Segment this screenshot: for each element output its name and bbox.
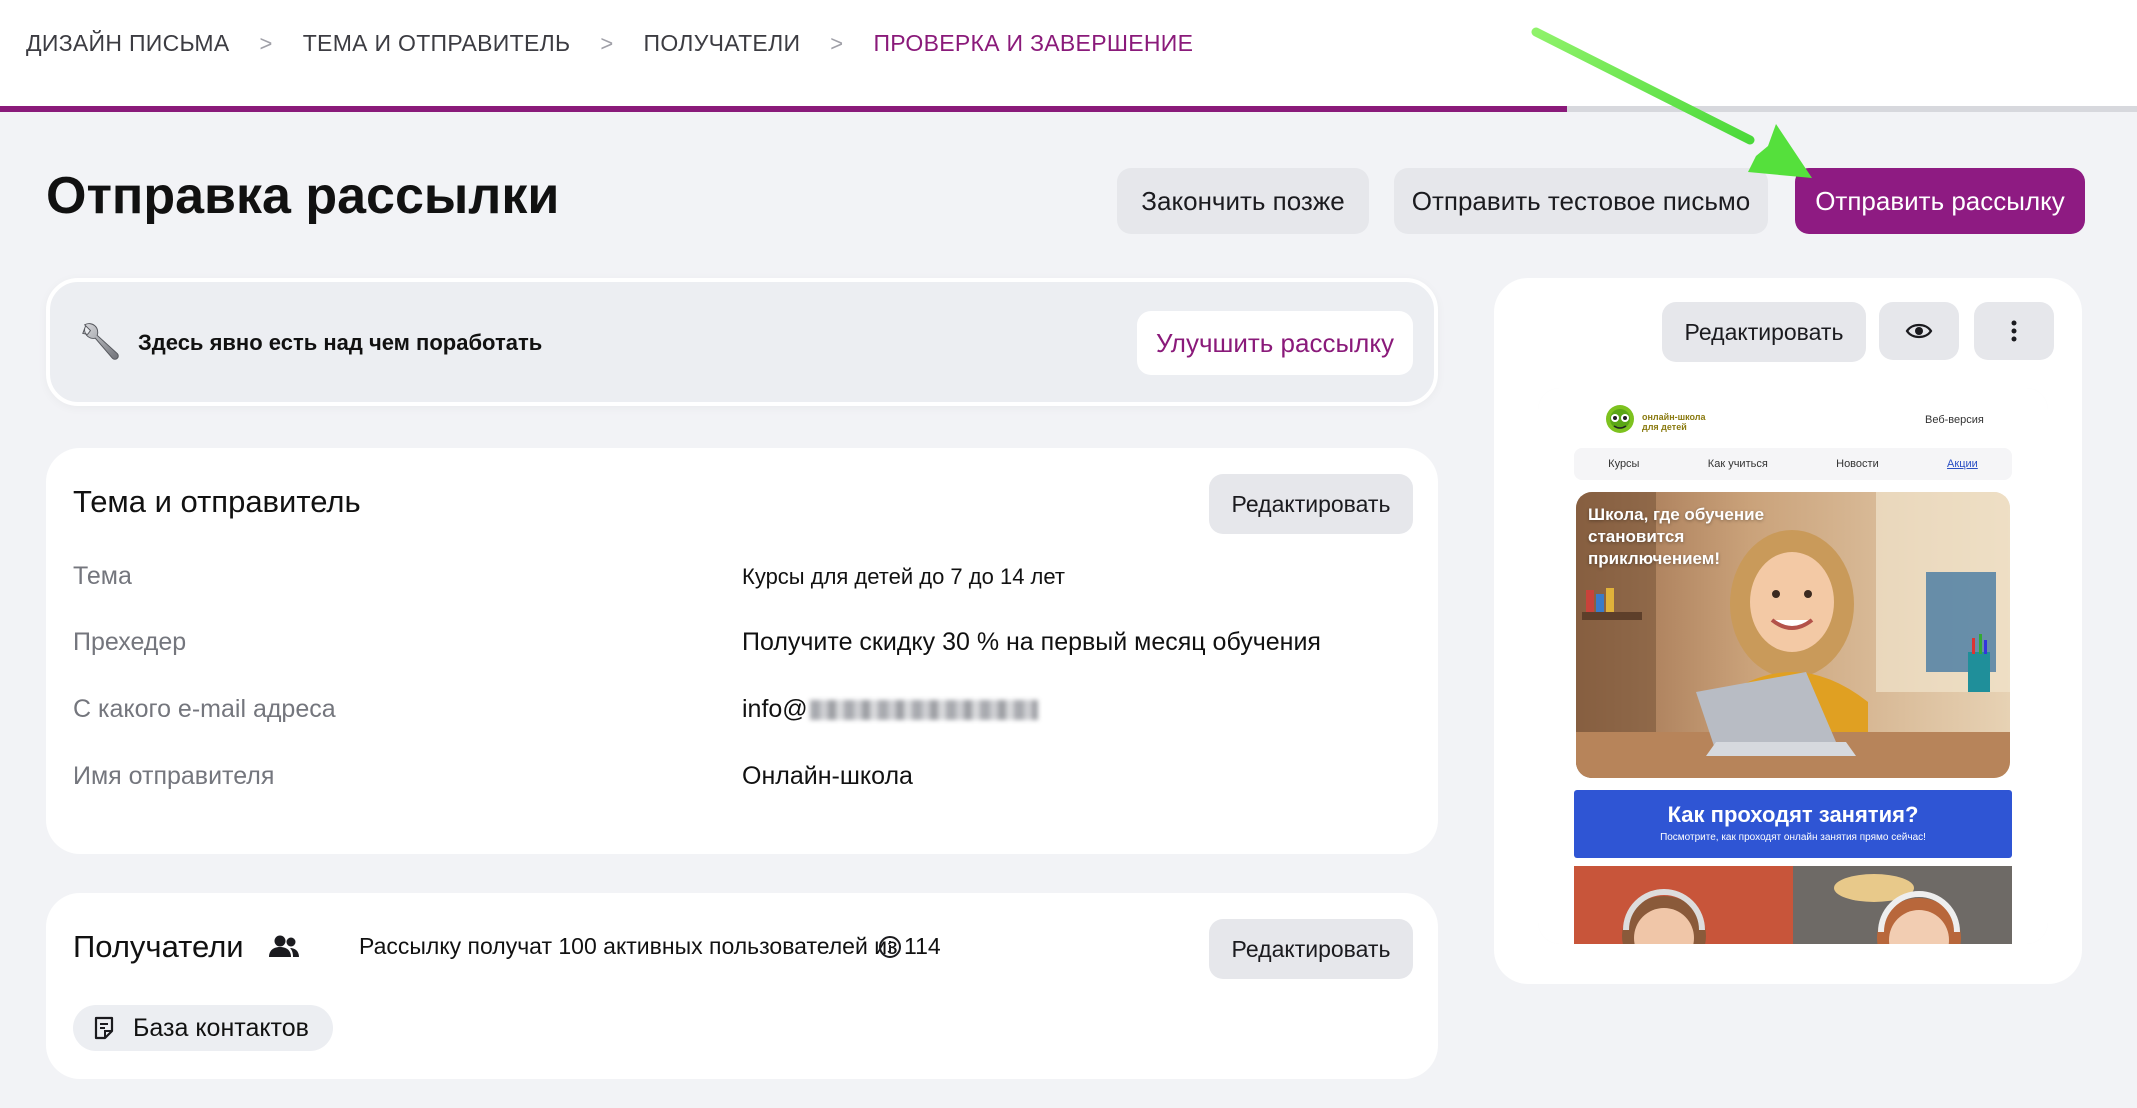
school-logo-text: онлайн-школа для детей [1642, 412, 1706, 432]
edit-subject-sender-button[interactable]: Редактировать [1209, 474, 1413, 534]
finish-later-button[interactable]: Закончить позже [1117, 168, 1369, 234]
document-icon [94, 1016, 114, 1040]
breadcrumb-item-design[interactable]: ДИЗАЙН ПИСЬМА [26, 30, 230, 57]
edit-email-button[interactable]: Редактировать [1662, 302, 1866, 362]
annotation-arrow-icon [1531, 27, 1812, 178]
more-vertical-icon [2011, 320, 2017, 342]
email-body: онлайн-школа для детей Веб-версия Курсы … [1538, 388, 2048, 944]
contact-base-label: База контактов [133, 1013, 309, 1042]
section-title-recipients: Получатели [73, 929, 244, 964]
breadcrumb: ДИЗАЙН ПИСЬМА > ТЕМА И ОТПРАВИТЕЛЬ > ПОЛ… [26, 30, 1193, 57]
improve-campaign-button[interactable]: Улучшить рассылку [1137, 311, 1413, 375]
breadcrumb-item-recipients[interactable]: ПОЛУЧАТЕЛИ [644, 30, 801, 57]
field-value-sender-email: info@ [742, 695, 1038, 724]
field-label-sender-email: С какого e-mail адреса [73, 695, 336, 723]
email-nav: Курсы Как учиться Новости Акции [1574, 448, 2012, 480]
email-banner: Как проходят занятия? Посмотрите, как пр… [1574, 790, 2012, 858]
email-nav-item: Акции [1947, 458, 1978, 470]
eye-icon [1905, 323, 1933, 339]
email-hero-image: Школа, где обучение становится приключен… [1576, 492, 2010, 778]
chevron-right-icon: > [259, 30, 273, 56]
wrench-icon [82, 323, 119, 360]
preview-eye-button[interactable] [1879, 302, 1959, 360]
sender-email-visible-part: info@ [742, 695, 808, 723]
recipients-card: Получатели Рассылку получат 100 активных… [46, 893, 1438, 1079]
field-value-preheader: Получите скидку 30 % на первый месяц обу… [742, 628, 1321, 656]
step-progress-fill [0, 106, 1568, 112]
email-lesson-photo [1574, 866, 2012, 944]
school-logo-icon [1606, 405, 1634, 433]
email-preview-panel: Редактировать онлайн-школа для детей Веб… [1494, 278, 2082, 984]
email-nav-item: Курсы [1608, 458, 1640, 470]
info-icon[interactable] [878, 935, 902, 959]
hint-text: Здесь явно есть над чем поработать [138, 330, 543, 355]
edit-recipients-button[interactable]: Редактировать [1209, 919, 1413, 979]
chevron-right-icon: > [830, 30, 844, 56]
email-preview-frame[interactable]: онлайн-школа для детей Веб-версия Курсы … [1538, 388, 2048, 944]
field-value-subject: Курсы для детей до 7 до 14 лет [742, 564, 1065, 589]
field-value-sender-name: Онлайн-школа [742, 762, 913, 790]
email-nav-item: Как учиться [1707, 458, 1768, 470]
email-nav-item: Новости [1836, 458, 1879, 470]
improvement-hint-card: Здесь явно есть над чем поработать Улучш… [46, 278, 1438, 406]
breadcrumb-item-subject-sender[interactable]: ТЕМА И ОТПРАВИТЕЛЬ [303, 30, 571, 57]
contact-base-chip[interactable]: База контактов [73, 1005, 333, 1051]
field-label-sender-name: Имя отправителя [73, 762, 275, 790]
lesson-photo [1574, 866, 2012, 944]
more-options-button[interactable] [1974, 302, 2054, 360]
subject-sender-card: Тема и отправитель Редактировать Тема Ку… [46, 448, 1438, 854]
hero-headline: Школа, где обучение становится приключен… [1588, 505, 1765, 568]
recipients-summary: Рассылку получат 100 активных пользовате… [359, 933, 941, 959]
section-title-subject-sender: Тема и отправитель [73, 484, 361, 519]
chevron-right-icon: > [600, 30, 614, 56]
banner-subtitle: Посмотрите, как проходят онлайн занятия … [1660, 832, 1926, 843]
page-title: Отправка рассылки [46, 167, 560, 225]
banner-title: Как проходят занятия? [1667, 802, 1919, 827]
breadcrumb-item-review[interactable]: ПРОВЕРКА И ЗАВЕРШЕНИЕ [873, 30, 1193, 57]
field-label-subject: Тема [73, 562, 132, 590]
redacted-email-domain [809, 700, 1038, 721]
field-label-preheader: Прехедер [73, 628, 187, 656]
users-icon [269, 935, 299, 957]
web-version-link: Веб-версия [1925, 414, 1984, 426]
